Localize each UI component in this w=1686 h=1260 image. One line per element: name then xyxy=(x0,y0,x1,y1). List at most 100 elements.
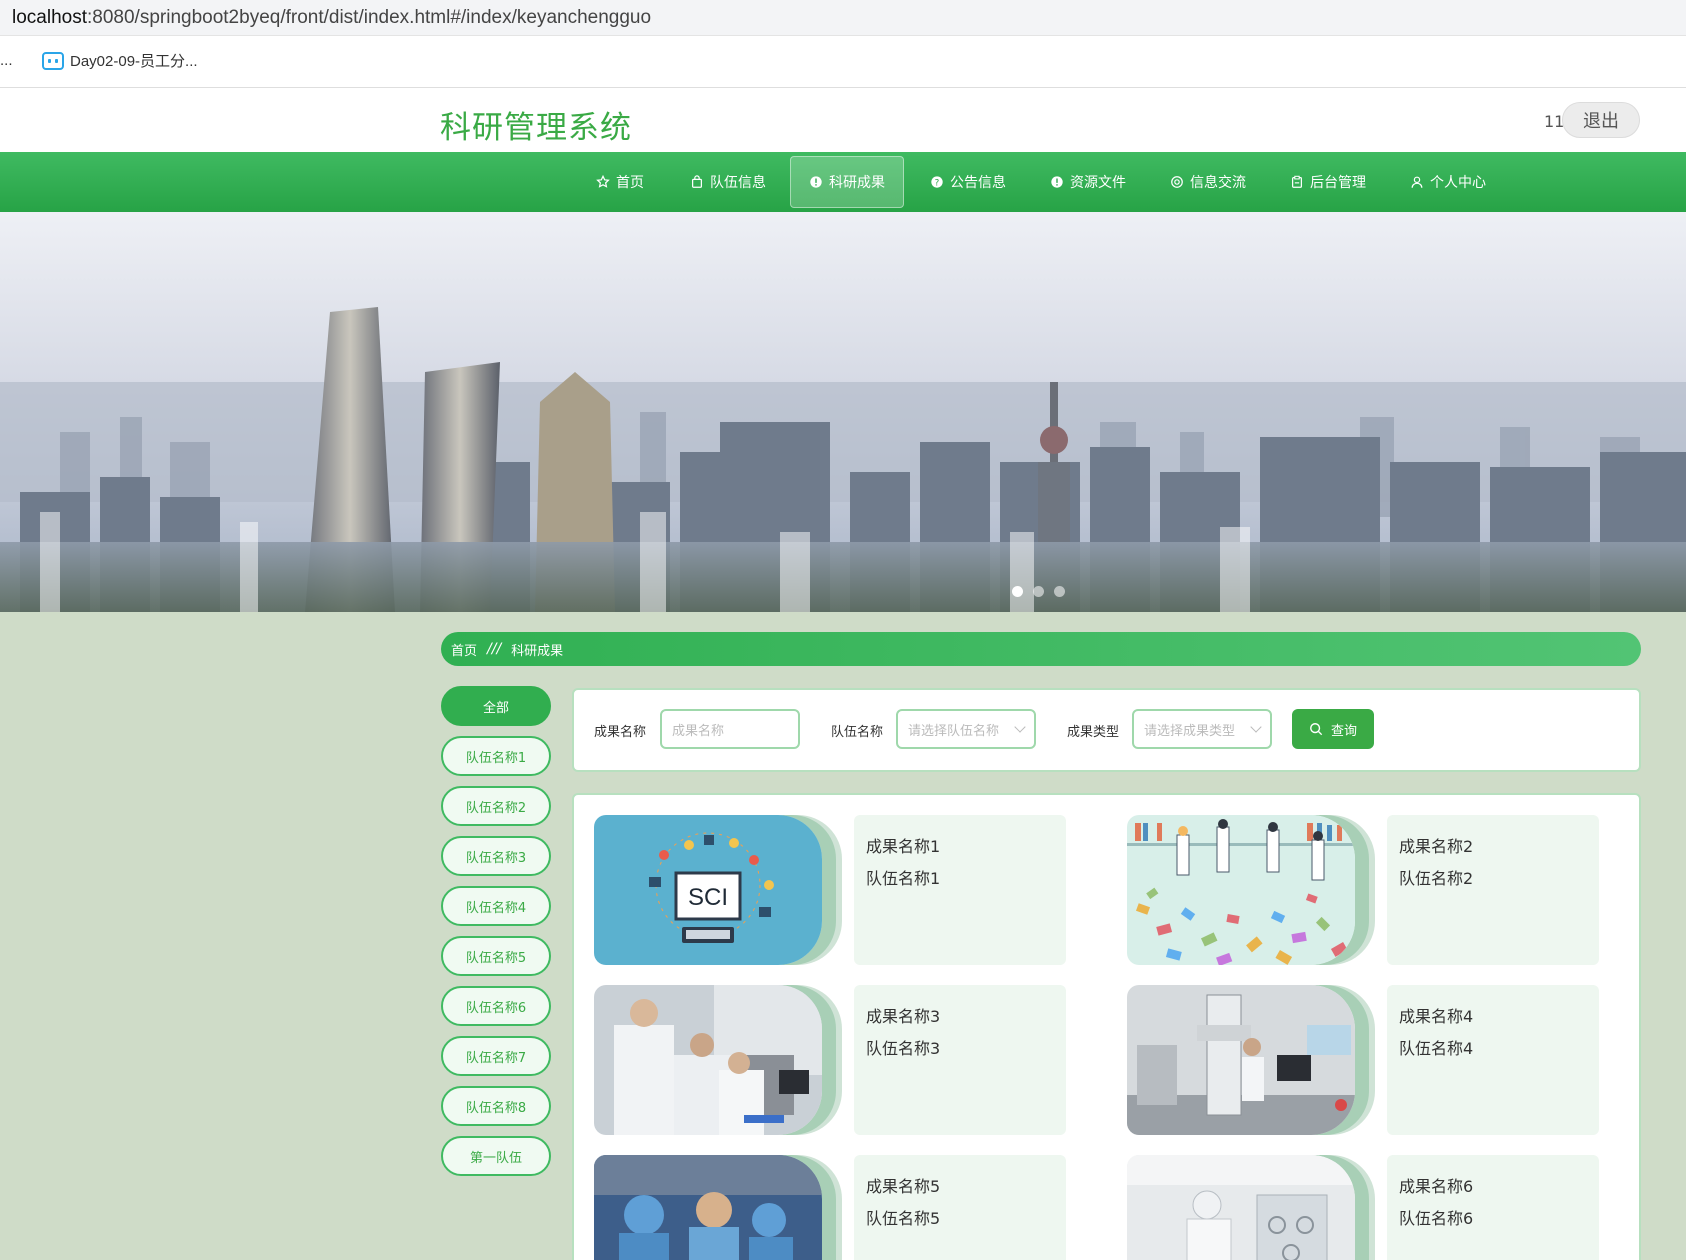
filter-team[interactable]: 队伍名称3 xyxy=(441,836,551,876)
chevron-down-icon xyxy=(1250,721,1262,733)
search-button-label: 查询 xyxy=(1330,723,1357,739)
type-select-placeholder: 请选择成果类型 xyxy=(1144,723,1236,739)
type-select[interactable]: 请选择成果类型 xyxy=(1132,709,1272,749)
result-info[interactable]: 成果名称4 队伍名称4 xyxy=(1387,985,1599,1135)
search-icon xyxy=(1310,723,1323,736)
result-info[interactable]: 成果名称3 队伍名称3 xyxy=(854,985,1066,1135)
filter-team[interactable]: 队伍名称8 xyxy=(441,1086,551,1126)
results-panel: SCI 成果名称1 队伍名称1 成果名称2 队伍名称2 成果名称3 队伍名称3 … xyxy=(572,793,1641,1260)
search-panel: 成果名称 成果名称 队伍名称 请选择队伍名称 成果类型 请选择成果类型 查询 xyxy=(572,688,1641,772)
nav-label: 个人中心 xyxy=(1430,175,1486,191)
site-header: 科研管理系统 11 退出 xyxy=(0,88,1686,152)
result-info[interactable]: 成果名称2 队伍名称2 xyxy=(1387,815,1599,965)
info-icon xyxy=(1051,176,1063,188)
clipboard-icon xyxy=(1292,175,1302,188)
question-icon: ? xyxy=(931,176,943,189)
breadcrumb-home[interactable]: 首页 xyxy=(451,640,477,659)
result-info[interactable]: 成果名称6 队伍名称6 xyxy=(1387,1155,1599,1260)
result-team: 队伍名称1 xyxy=(866,869,941,888)
name-label: 成果名称 xyxy=(594,725,647,740)
filter-team[interactable]: 队伍名称6 xyxy=(441,986,551,1026)
result-image[interactable] xyxy=(594,985,822,1135)
result-name: 成果名称3 xyxy=(866,1007,941,1026)
nav-label: 资源文件 xyxy=(1070,175,1126,191)
result-name: 成果名称6 xyxy=(1399,1177,1474,1196)
bookmarks-overflow[interactable]: ... xyxy=(0,52,13,69)
nav-notices[interactable]: ? 公告信息 xyxy=(924,156,1012,208)
result-name: 成果名称1 xyxy=(866,837,941,856)
logout-button[interactable]: 退出 xyxy=(1562,102,1640,138)
user-icon xyxy=(1411,176,1423,188)
result-team: 队伍名称4 xyxy=(1399,1039,1474,1058)
site-title: 科研管理系统 xyxy=(440,110,632,146)
search-button[interactable]: 查询 xyxy=(1292,709,1374,749)
info-icon xyxy=(810,176,822,188)
breadcrumb: 首页 /// 科研成果 xyxy=(441,632,1641,666)
breadcrumb-current: 科研成果 xyxy=(511,643,564,659)
type-label: 成果类型 xyxy=(1067,725,1120,740)
filter-all[interactable]: 全部 xyxy=(441,686,551,726)
chat-icon xyxy=(1171,176,1183,188)
nav-label: 科研成果 xyxy=(829,175,885,191)
team-label: 队伍名称 xyxy=(831,725,884,740)
result-image[interactable] xyxy=(594,1155,822,1260)
sci-text: SCI xyxy=(688,884,728,911)
nav-home[interactable]: 首页 xyxy=(585,156,655,208)
result-image[interactable]: SCI xyxy=(594,815,822,965)
result-team: 队伍名称2 xyxy=(1399,869,1474,888)
filter-team[interactable]: 队伍名称7 xyxy=(441,1036,551,1076)
carousel-dot[interactable] xyxy=(1033,586,1044,597)
result-info[interactable]: 成果名称1 队伍名称1 xyxy=(854,815,1066,965)
nav-label: 公告信息 xyxy=(950,175,1006,191)
nav-exchange[interactable]: 信息交流 xyxy=(1164,156,1252,208)
result-image[interactable] xyxy=(1127,985,1355,1135)
filter-team[interactable]: 队伍名称5 xyxy=(441,936,551,976)
main-nav: 首页 队伍信息 科研成果 ? 公告信息 资源文件 信息交流 后台管理 个人中心 xyxy=(0,152,1686,212)
name-input[interactable]: 成果名称 xyxy=(660,709,800,749)
result-team: 队伍名称6 xyxy=(1399,1209,1474,1228)
filter-team[interactable]: 队伍名称1 xyxy=(441,736,551,776)
lab-photo xyxy=(594,985,822,1135)
result-info[interactable]: 成果名称5 队伍名称5 xyxy=(854,1155,1066,1260)
breadcrumb-separator: /// xyxy=(487,641,502,657)
microscope-photo xyxy=(1127,985,1355,1135)
nav-label: 队伍信息 xyxy=(710,175,766,191)
hero-banner xyxy=(0,212,1686,612)
library-illustration xyxy=(1127,815,1355,965)
nav-admin[interactable]: 后台管理 xyxy=(1284,156,1372,208)
nav-label: 信息交流 xyxy=(1190,175,1246,191)
filter-team[interactable]: 第一队伍 xyxy=(441,1136,551,1176)
city-skyline-image xyxy=(0,212,1686,612)
chevron-down-icon xyxy=(1014,721,1026,733)
cleanroom-photo xyxy=(1127,1155,1355,1260)
svg-text:?: ? xyxy=(935,179,940,189)
bilibili-icon xyxy=(42,51,64,70)
team-select-placeholder: 请选择队伍名称 xyxy=(908,723,1000,739)
bag-icon xyxy=(692,175,702,188)
url-path: :8080/springboot2byeq/front/dist/index.h… xyxy=(87,6,652,28)
result-name: 成果名称4 xyxy=(1399,1007,1474,1026)
result-name: 成果名称2 xyxy=(1399,837,1474,856)
filter-team[interactable]: 队伍名称4 xyxy=(441,886,551,926)
result-name: 成果名称5 xyxy=(866,1177,941,1196)
star-icon xyxy=(596,175,610,188)
carousel-dot[interactable] xyxy=(1012,586,1023,597)
sci-illustration: SCI xyxy=(594,815,822,965)
team-select[interactable]: 请选择队伍名称 xyxy=(896,709,1036,749)
address-bar[interactable]: localhost:8080/springboot2byeq/front/dis… xyxy=(0,0,1686,36)
nav-profile[interactable]: 个人中心 xyxy=(1404,156,1492,208)
nav-resources[interactable]: 资源文件 xyxy=(1044,156,1132,208)
nav-teams[interactable]: 队伍信息 xyxy=(684,156,772,208)
surgery-photo xyxy=(594,1155,822,1260)
nav-achievements[interactable]: 科研成果 xyxy=(790,156,904,208)
carousel-dots xyxy=(1012,586,1065,597)
bookmark-item[interactable]: Day02-09-员工分... xyxy=(42,50,198,71)
result-image[interactable] xyxy=(1127,815,1355,965)
nav-label: 首页 xyxy=(616,175,644,191)
bookmarks-bar: ... Day02-09-员工分... xyxy=(0,36,1686,88)
url-host: localhost xyxy=(12,6,87,28)
result-team: 队伍名称5 xyxy=(866,1209,941,1228)
filter-team[interactable]: 队伍名称2 xyxy=(441,786,551,826)
carousel-dot[interactable] xyxy=(1054,586,1065,597)
result-image[interactable] xyxy=(1127,1155,1355,1260)
